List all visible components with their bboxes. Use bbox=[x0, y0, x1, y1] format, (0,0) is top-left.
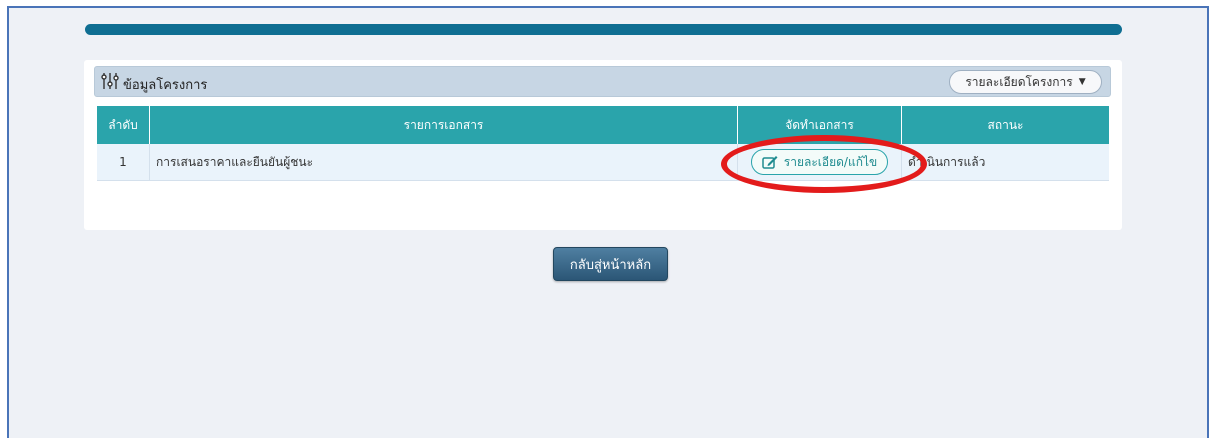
row-document: การเสนอราคาและยืนยันผู้ชนะ bbox=[149, 144, 738, 181]
row-index: 1 bbox=[97, 144, 150, 181]
details-edit-button[interactable]: รายละเอียด/แก้ไข bbox=[750, 149, 889, 175]
documents-table: ลำดับ รายการเอกสาร จัดทำเอกสาร สถานะ 1 ก… bbox=[97, 106, 1109, 181]
details-edit-label: รายละเอียด/แก้ไข bbox=[783, 154, 878, 169]
header-prepare: จัดทำเอกสาร bbox=[737, 106, 902, 144]
header-document: รายการเอกสาร bbox=[149, 106, 738, 144]
sliders-icon bbox=[101, 73, 119, 89]
edit-icon bbox=[762, 156, 778, 169]
caret-down-icon: ▼ bbox=[1078, 77, 1086, 87]
header-index: ลำดับ bbox=[97, 106, 150, 144]
back-to-home-button[interactable]: กลับสู่หน้าหลัก bbox=[553, 247, 668, 281]
table-header-row: ลำดับ รายการเอกสาร จัดทำเอกสาร สถานะ bbox=[97, 106, 1109, 144]
dropdown-label: รายละเอียดโครงการ bbox=[965, 74, 1073, 89]
project-panel: ข้อมูลโครงการ รายละเอียดโครงการ ▼ ลำดับ … bbox=[84, 60, 1122, 281]
row-status: ดำเนินการแล้ว bbox=[901, 144, 1109, 181]
table-row: 1 การเสนอราคาและยืนยันผู้ชนะ รายละเอียด/… bbox=[97, 144, 1109, 181]
panel-header: ข้อมูลโครงการ รายละเอียดโครงการ ▼ bbox=[94, 66, 1111, 97]
header-status: สถานะ bbox=[901, 106, 1109, 144]
row-action-cell: รายละเอียด/แก้ไข bbox=[737, 144, 902, 181]
panel-title: ข้อมูลโครงการ bbox=[123, 78, 208, 93]
top-bar bbox=[85, 24, 1122, 35]
project-details-dropdown[interactable]: รายละเอียดโครงการ ▼ bbox=[949, 70, 1102, 94]
